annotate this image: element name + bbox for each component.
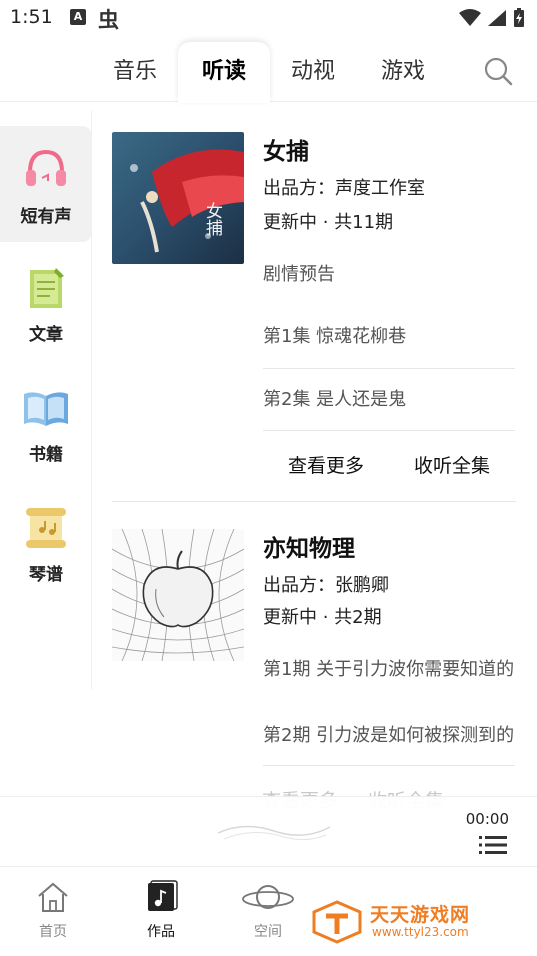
site-watermark: 天天游戏网 www.ttyl23.com: [312, 898, 512, 944]
nav-label: 作品: [147, 924, 175, 940]
sidebar-item-short-audio[interactable]: 短有声: [0, 126, 92, 242]
sidebar-label: 书籍: [29, 445, 63, 465]
headphones-icon: [26, 149, 66, 186]
tab-video[interactable]: 动视: [278, 42, 348, 102]
episode-item[interactable]: 剧情预告: [263, 244, 515, 306]
album-status: 更新中 · 共11期: [263, 212, 394, 233]
notepad-icon: [30, 268, 64, 308]
nav-item-home[interactable]: 首页: [8, 867, 98, 956]
home-icon: [38, 882, 68, 912]
album-card: 女捕 女捕 出品方：声度工作室 更新中 · 共11期 剧情预告 第1集 惊魂花柳…: [112, 132, 516, 502]
nav-item-works[interactable]: 作品: [116, 867, 206, 956]
album-card: 亦知物理 出品方：张鹏卿 更新中 · 共2期 第1期 关于引力波你需要知道的 第…: [112, 529, 516, 789]
album-status: 更新中 · 共2期: [263, 607, 382, 628]
album-producer: 出品方：声度工作室: [263, 178, 425, 199]
sidebar-item-articles[interactable]: 文章: [0, 246, 92, 362]
planet-icon: [242, 885, 294, 909]
tab-listen-read[interactable]: 听读: [178, 42, 270, 103]
status-time: 1:51: [10, 6, 53, 28]
sidebar-item-books[interactable]: 书籍: [0, 366, 92, 482]
listen-all-button[interactable]: 收听全集: [389, 431, 515, 500]
nav-item-space[interactable]: 空间: [223, 867, 313, 956]
album-producer: 出品方：张鹏卿: [263, 575, 389, 596]
card-divider: [112, 501, 516, 502]
album-cover[interactable]: [112, 529, 244, 661]
album-cover-art: [112, 132, 244, 264]
episode-item[interactable]: 第1期 关于引力波你需要知道的: [263, 639, 515, 701]
playlist-icon[interactable]: [479, 835, 507, 855]
cellular-signal-icon: [488, 10, 506, 26]
scroll-icon: [26, 508, 66, 548]
status-icons: [459, 8, 525, 28]
category-sidebar: 短有声 文章 书籍 琴谱: [0, 110, 92, 690]
battery-icon: [514, 8, 524, 27]
album-title[interactable]: 女捕: [263, 132, 309, 166]
sidebar-label: 短有声: [20, 207, 72, 227]
open-book-icon: [24, 392, 68, 426]
card-actions: 查看更多 收听全集: [263, 430, 515, 500]
sidebar-label: 琴谱: [29, 565, 63, 585]
album-cover[interactable]: 女捕: [112, 132, 244, 264]
player-artwork-placeholder: [217, 825, 331, 841]
accessibility-icon: A: [70, 9, 86, 25]
episode-item[interactable]: 第2集 是人还是鬼: [263, 368, 515, 430]
album-cover-art: [112, 529, 244, 661]
mini-player[interactable]: 00:00: [0, 796, 537, 866]
top-tab-bar: 音乐 听读 动视 游戏: [0, 42, 537, 103]
episode-item[interactable]: 第2期 引力波是如何被探测到的: [263, 705, 515, 767]
music-note-icon: [148, 880, 178, 911]
watermark-url: www.ttyl23.com: [372, 925, 469, 939]
view-more-button[interactable]: 查看更多: [263, 431, 389, 500]
wifi-icon: [459, 9, 481, 26]
status-bar: 1:51 A 虫: [0, 0, 537, 40]
cover-title-text: 女捕: [202, 202, 222, 236]
sidebar-item-sheet-music[interactable]: 琴谱: [0, 486, 92, 602]
watermark-logo-icon: [312, 900, 362, 944]
tab-music[interactable]: 音乐: [100, 42, 170, 102]
player-time: 00:00: [465, 810, 509, 828]
album-title[interactable]: 亦知物理: [263, 529, 355, 563]
sidebar-label: 文章: [29, 325, 63, 345]
search-icon[interactable]: [481, 54, 515, 88]
episode-divider: [263, 765, 515, 766]
watermark-title: 天天游戏网: [370, 904, 471, 926]
tab-games[interactable]: 游戏: [368, 42, 438, 102]
episode-item[interactable]: 第1集 惊魂花柳巷: [263, 306, 515, 368]
nav-label: 空间: [254, 924, 282, 940]
nav-label: 首页: [39, 924, 67, 940]
bug-icon: 虫: [98, 8, 119, 32]
